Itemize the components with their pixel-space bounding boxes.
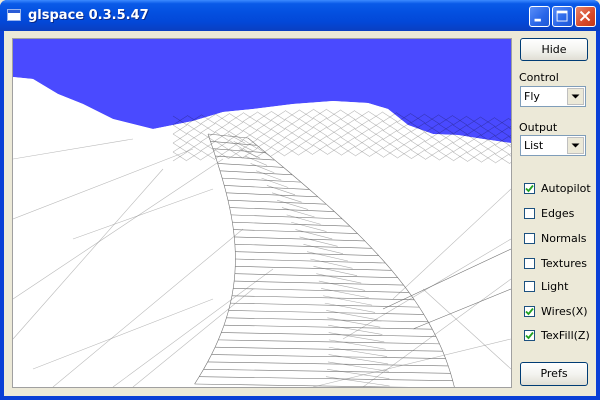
checkmark-icon — [525, 331, 534, 340]
client-area: Hide Control Fly Output List Autopilot E… — [4, 31, 596, 396]
checkbox-box[interactable] — [524, 330, 535, 341]
checkbox-box[interactable] — [524, 306, 535, 317]
wires-checkbox[interactable]: Wires(X) — [524, 304, 600, 320]
window-icon — [7, 9, 21, 21]
maximize-button[interactable] — [552, 6, 573, 27]
maximize-icon — [556, 10, 568, 22]
checkbox-label: Autopilot — [541, 182, 591, 195]
checkbox-box[interactable] — [524, 233, 535, 244]
checkbox-label: TexFill(Z) — [541, 329, 590, 342]
window-title: glspace 0.3.5.47 — [28, 8, 149, 23]
close-icon — [579, 10, 591, 22]
control-select-value: Fly — [524, 90, 540, 103]
checkbox-box[interactable] — [524, 258, 535, 269]
checkbox-label: Normals — [541, 232, 587, 245]
minimize-button[interactable] — [529, 6, 550, 27]
checkbox-label: Textures — [541, 257, 587, 270]
checkbox-box[interactable] — [524, 208, 535, 219]
texfill-checkbox[interactable]: TexFill(Z) — [524, 328, 600, 344]
output-select-value: List — [524, 139, 544, 152]
normals-checkbox[interactable]: Normals — [524, 231, 600, 247]
title-bar[interactable]: glspace 0.3.5.47 — [0, 0, 600, 31]
control-select[interactable]: Fly — [520, 86, 586, 107]
close-button[interactable] — [575, 6, 596, 27]
control-label: Control — [519, 71, 559, 84]
terrain-wireframe[interactable] — [13, 39, 511, 387]
chevron-down-icon[interactable] — [567, 137, 584, 154]
minimize-icon — [534, 18, 541, 22]
chevron-down-icon[interactable] — [567, 88, 584, 105]
checkbox-label: Edges — [541, 207, 575, 220]
app-window: glspace 0.3.5.47 Hide Control Fly Output… — [0, 0, 600, 400]
light-checkbox[interactable]: Light — [524, 279, 600, 295]
prefs-button[interactable]: Prefs — [520, 362, 588, 386]
textures-checkbox[interactable]: Textures — [524, 256, 600, 272]
checkbox-label: Wires(X) — [541, 305, 588, 318]
output-label: Output — [519, 121, 558, 134]
hide-button[interactable]: Hide — [520, 38, 588, 61]
checkbox-label: Light — [541, 280, 569, 293]
edges-checkbox[interactable]: Edges — [524, 206, 600, 222]
checkbox-box[interactable] — [524, 183, 535, 194]
hide-button-label: Hide — [541, 43, 567, 56]
3d-viewport[interactable] — [12, 38, 512, 388]
prefs-button-label: Prefs — [540, 367, 568, 380]
control-panel: Hide Control Fly Output List Autopilot E… — [518, 31, 596, 396]
autopilot-checkbox[interactable]: Autopilot — [524, 181, 600, 197]
checkmark-icon — [525, 184, 534, 193]
output-select[interactable]: List — [520, 135, 586, 156]
checkbox-box[interactable] — [524, 281, 535, 292]
checkmark-icon — [525, 307, 534, 316]
